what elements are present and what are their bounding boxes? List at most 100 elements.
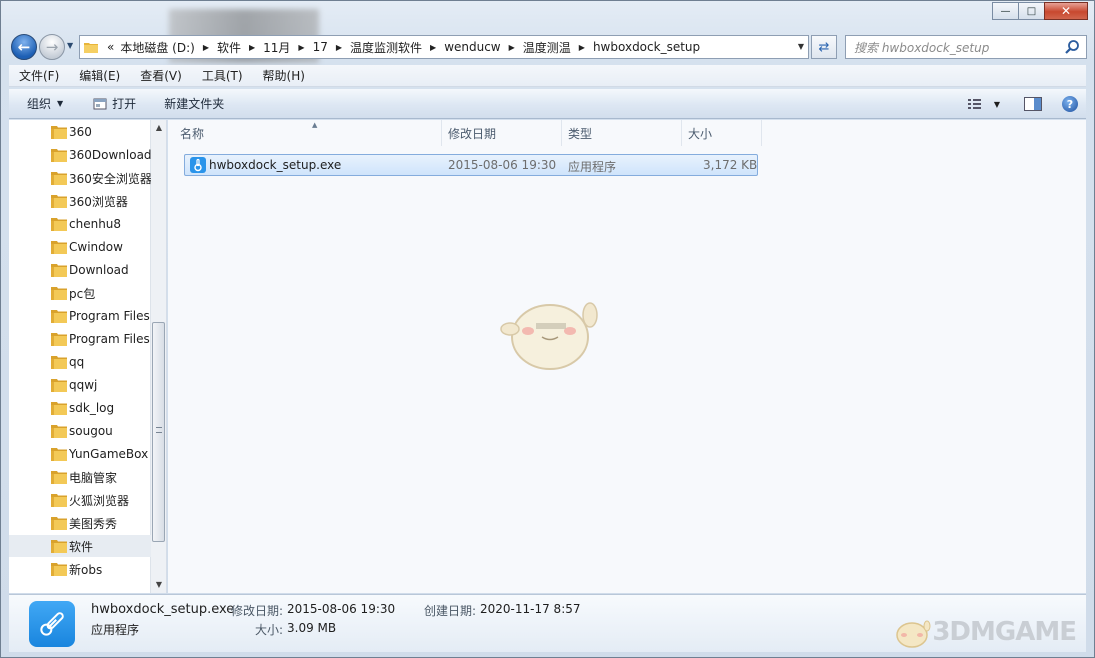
file-list-pane[interactable]: 名称 ▲ 修改日期 类型 大小 hwboxdock_setup.exe 2015… — [168, 120, 1086, 593]
breadcrumb-overflow[interactable]: « — [104, 40, 117, 54]
tree-item[interactable]: Program Files — [9, 305, 151, 327]
view-options-button[interactable]: ▼ — [967, 98, 1000, 110]
column-header-size[interactable]: 大小 — [682, 120, 762, 146]
back-button[interactable]: ← — [11, 34, 37, 60]
history-dropdown-icon[interactable]: ▼ — [67, 41, 73, 50]
folder-icon — [51, 310, 67, 323]
search-icon[interactable] — [1064, 39, 1080, 55]
chevron-right-icon[interactable]: ▶ — [425, 43, 441, 52]
explorer-window: — □ ✕ ← → ▼ « 本地磁盘 (D:) ▶ 软件 ▶ 11月 ▶ 17 … — [0, 0, 1095, 658]
scroll-thumb[interactable] — [152, 322, 165, 542]
column-header-modified[interactable]: 修改日期 — [442, 120, 562, 146]
tree-item[interactable]: YunGameBox — [9, 443, 151, 465]
folder-icon — [51, 448, 67, 461]
column-type-label: 类型 — [568, 126, 593, 141]
menu-view[interactable]: 查看(V) — [130, 67, 192, 84]
folder-icon — [51, 333, 67, 346]
tree-item[interactable]: Download — [9, 259, 151, 281]
scroll-down-icon[interactable]: ▼ — [151, 577, 167, 593]
file-type: 应用程序 — [568, 160, 617, 174]
open-label: 打开 — [112, 97, 137, 111]
folder-icon — [51, 379, 67, 392]
search-input[interactable]: 搜索 hwboxdock_setup — [845, 35, 1087, 59]
details-filename: hwboxdock_setup.exe — [91, 602, 235, 617]
chevron-right-icon[interactable]: ▶ — [574, 43, 590, 52]
breadcrumb-item[interactable]: 温度监测软件 — [347, 39, 425, 56]
tree-item-label: 软件 — [69, 539, 94, 554]
scroll-up-icon[interactable]: ▲ — [151, 120, 167, 136]
breadcrumb-item[interactable]: 本地磁盘 (D:) — [117, 39, 197, 56]
open-button[interactable]: 打开 — [75, 89, 148, 118]
tree-item[interactable]: 新obs — [9, 558, 151, 580]
maximize-button[interactable]: □ — [1018, 2, 1045, 20]
folder-icon — [51, 264, 67, 277]
table-row[interactable]: hwboxdock_setup.exe 2015-08-06 19:30 应用程… — [184, 154, 758, 176]
folder-icon — [51, 517, 67, 530]
column-header-name[interactable]: 名称 ▲ — [174, 120, 442, 146]
tree-item-label: 火狐浏览器 — [69, 493, 130, 508]
tree-item[interactable]: Cwindow — [9, 236, 151, 258]
tree-item[interactable]: 电脑管家 — [9, 466, 151, 488]
breadcrumb-item[interactable]: 17 — [310, 40, 331, 54]
breadcrumb-current[interactable]: hwboxdock_setup — [590, 40, 703, 54]
tree-item[interactable]: 360Download — [9, 144, 151, 166]
tree-item[interactable]: 360安全浏览器 — [9, 167, 151, 189]
column-header-type[interactable]: 类型 — [562, 120, 682, 146]
breadcrumb-item[interactable]: 温度测温 — [520, 39, 574, 56]
details-modified-label: 修改日期: — [231, 604, 284, 618]
tree-item[interactable]: 360 — [9, 121, 151, 143]
details-size: 3.09 MB — [287, 621, 337, 635]
new-folder-button[interactable]: 新建文件夹 — [148, 89, 236, 118]
close-button[interactable]: ✕ — [1044, 2, 1088, 20]
menu-edit[interactable]: 编辑(E) — [69, 67, 130, 84]
sort-up-icon: ▲ — [312, 121, 318, 129]
tree-item[interactable]: 火狐浏览器 — [9, 489, 151, 511]
chevron-down-icon: ▼ — [993, 99, 1000, 109]
thermometer-app-icon — [190, 157, 206, 173]
chevron-right-icon[interactable]: ▶ — [331, 43, 347, 52]
tree-item[interactable]: sougou — [9, 420, 151, 442]
chevron-right-icon[interactable]: ▶ — [504, 43, 520, 52]
details-type: 应用程序 — [91, 623, 140, 637]
breadcrumb-item[interactable]: 11月 — [260, 39, 293, 56]
folder-icon — [51, 287, 67, 300]
forward-button[interactable]: → — [39, 34, 65, 60]
nav-scrollbar[interactable]: ▲ ▼ — [150, 120, 166, 593]
breadcrumb-item[interactable]: wenducw — [441, 40, 503, 54]
menu-file[interactable]: 文件(F) — [9, 67, 69, 84]
refresh-button[interactable]: ⇄ — [811, 35, 837, 59]
tree-item[interactable]: 360浏览器 — [9, 190, 151, 212]
tree-item-label: 360浏览器 — [69, 194, 128, 209]
organize-button[interactable]: 组织 ▼ — [9, 89, 75, 118]
tree-item[interactable]: 美图秀秀 — [9, 512, 151, 534]
folder-icon — [51, 241, 67, 254]
minimize-button[interactable]: — — [992, 2, 1019, 20]
tree-item[interactable]: Program Files — [9, 328, 151, 350]
tree-item-label: qqwj — [69, 378, 98, 392]
address-dropdown-icon[interactable]: ▼ — [798, 42, 804, 51]
tree-item-label: pc包 — [69, 286, 96, 301]
folder-icon — [84, 43, 98, 53]
folder-icon — [51, 126, 67, 139]
column-size-label: 大小 — [688, 126, 713, 141]
chevron-right-icon[interactable]: ▶ — [293, 43, 309, 52]
preview-pane-button[interactable] — [1024, 97, 1042, 111]
tree-item[interactable]: qq — [9, 351, 151, 373]
tree-item[interactable]: 软件 — [9, 535, 151, 557]
address-bar[interactable]: « 本地磁盘 (D:) ▶ 软件 ▶ 11月 ▶ 17 ▶ 温度监测软件 ▶ w… — [79, 35, 809, 59]
refresh-icon: ⇄ — [818, 39, 830, 55]
help-icon[interactable]: ? — [1062, 96, 1078, 112]
tree-item-label: 360Download — [69, 148, 151, 162]
menu-help[interactable]: 帮助(H) — [253, 67, 315, 84]
tree-item[interactable]: sdk_log — [9, 397, 151, 419]
navigation-pane: ▲ ▼ 360 360Download 360安全浏览器 360浏览器 chenhu8 C… — [9, 120, 167, 593]
chevron-right-icon[interactable]: ▶ — [198, 43, 214, 52]
tree-item[interactable]: qqwj — [9, 374, 151, 396]
details-created-label: 创建日期: — [424, 604, 477, 618]
menu-tools[interactable]: 工具(T) — [192, 67, 253, 84]
chevron-right-icon[interactable]: ▶ — [244, 43, 260, 52]
breadcrumb-item[interactable]: 软件 — [214, 39, 244, 56]
tree-item[interactable]: chenhu8 — [9, 213, 151, 235]
tree-item[interactable]: pc包 — [9, 282, 151, 304]
details-modified: 2015-08-06 19:30 — [287, 602, 396, 616]
